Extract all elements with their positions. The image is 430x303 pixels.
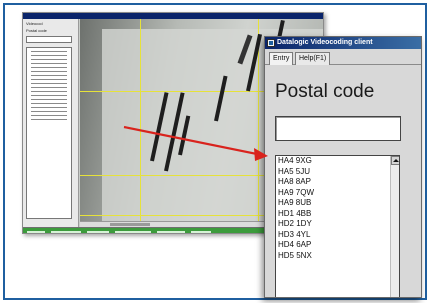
list-item[interactable]: HD1 4BB: [276, 209, 399, 220]
list-item[interactable]: HD4 6AP: [276, 240, 399, 251]
scrollbar-thumb[interactable]: [110, 223, 150, 226]
list-item[interactable]: HA9 7QW: [276, 188, 399, 199]
scroll-up-icon[interactable]: [391, 156, 399, 165]
tab-help[interactable]: Help(F1): [295, 52, 331, 65]
list-item[interactable]: HA4 9XG: [276, 156, 399, 167]
dialog-tabs: Entry Help(F1): [265, 49, 421, 65]
background-panel-header: Videocod: [26, 21, 43, 26]
dialog-title: Datalogic Videocoding client: [277, 39, 373, 46]
background-postal-input[interactable]: [26, 36, 72, 43]
dialog-titlebar: Datalogic Videocoding client: [265, 37, 421, 49]
grid-line: [140, 19, 141, 227]
postcode-list[interactable]: HA4 9XG HA5 5JU HA8 8AP HA9 7QW HA9 8UB …: [275, 155, 400, 297]
background-postcode-list[interactable]: [26, 47, 72, 219]
list-item[interactable]: HA8 8AP: [276, 177, 399, 188]
videocoding-dialog: Datalogic Videocoding client Entry Help(…: [264, 36, 422, 298]
app-icon: [267, 39, 275, 47]
list-item[interactable]: HA9 8UB: [276, 198, 399, 209]
background-left-panel: Videocod Postal code: [23, 19, 79, 227]
list-item[interactable]: HD3 4YL: [276, 230, 399, 241]
postal-code-label: Postal code: [275, 81, 375, 102]
list-item[interactable]: HD2 1DY: [276, 219, 399, 230]
list-item[interactable]: HA5 5JU: [276, 167, 399, 178]
background-field-label: Postal code: [26, 28, 47, 33]
list-item[interactable]: HD5 5NX: [276, 251, 399, 262]
tab-entry[interactable]: Entry: [269, 52, 294, 65]
list-scrollbar[interactable]: [390, 156, 399, 297]
postal-code-input[interactable]: [275, 116, 401, 141]
